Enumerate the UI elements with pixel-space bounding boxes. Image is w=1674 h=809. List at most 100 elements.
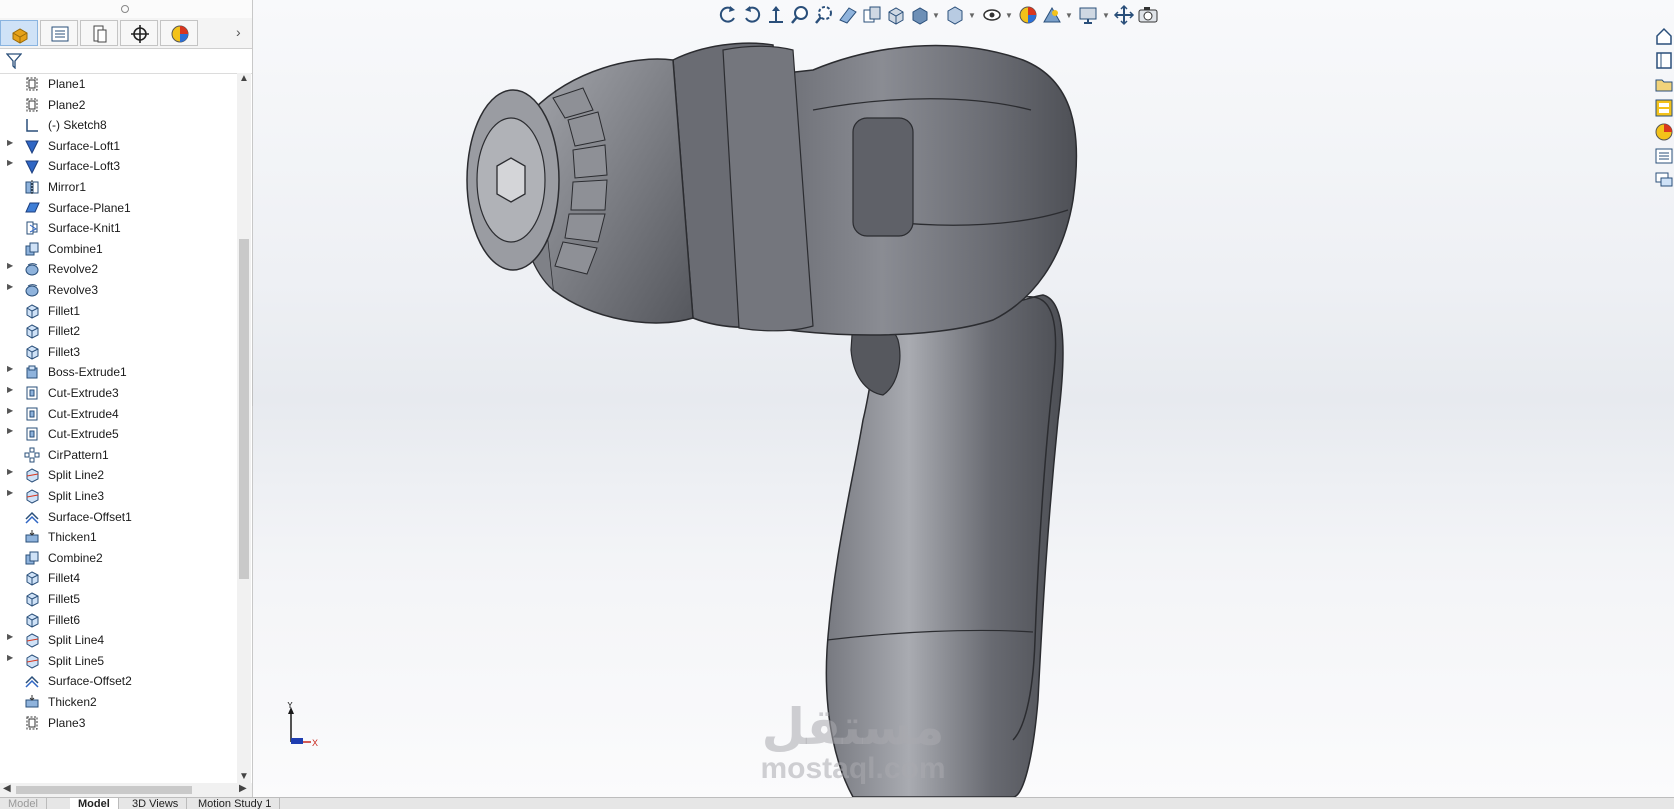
apply-scene-icon[interactable] [1041,4,1063,26]
tree-item[interactable]: ▶ Revolve2 [0,258,236,280]
home-icon[interactable] [1654,26,1674,46]
tree-item[interactable]: Fillet3 [0,341,236,363]
tree-item[interactable]: ▶ Surface-Loft3 [0,155,236,177]
scroll-left-icon[interactable]: ◀ [3,783,11,794]
tree-item[interactable]: Combine1 [0,238,236,260]
expand-arrow-icon[interactable]: ▶ [7,261,13,270]
view-orientation-icon[interactable] [885,4,907,26]
scroll-right-icon[interactable]: ▶ [239,783,247,794]
chevron-down-icon[interactable]: ▼ [1102,11,1110,20]
expand-arrow-icon[interactable]: ▶ [7,426,13,435]
custom-properties-icon[interactable] [1654,146,1674,166]
scroll-up-icon[interactable]: ▲ [239,73,249,84]
zoom-to-area-icon[interactable] [813,4,835,26]
expand-arrow-icon[interactable]: ▶ [7,282,13,291]
tree-item[interactable]: Plane2 [0,94,236,116]
view-settings-icon[interactable] [1077,4,1099,26]
thicken-icon [25,695,39,708]
tree-item[interactable]: ▶ Cut-Extrude5 [0,423,236,445]
camera-icon[interactable] [1137,4,1159,26]
view-type-icon[interactable] [943,4,965,26]
graphics-area[interactable]: ▼ ▼ ▼ ▼ ▼ Y X مستقل mostaql.com [253,0,1674,797]
vertical-scrollbar[interactable]: ▲ ▼ [237,73,251,783]
section-view-icon[interactable] [837,4,859,26]
filter-icon [6,53,22,69]
tab-model-hidden[interactable]: Model [0,798,47,809]
cut-extrude-icon [26,407,38,421]
panel-grip[interactable] [0,0,252,19]
tree-item[interactable]: Fillet4 [0,567,236,589]
tree-item[interactable]: Surface-Offset2 [0,670,236,692]
dynamic-annotation-icon[interactable] [861,4,883,26]
tree-item[interactable]: ▶ Cut-Extrude4 [0,403,236,425]
tree-item[interactable]: CirPattern1 [0,444,236,466]
tree-item[interactable]: Mirror1 [0,176,236,198]
tree-item[interactable]: ▶ Split Line4 [0,629,236,651]
tree-item[interactable]: Surface-Offset1 [0,506,236,528]
chevron-down-icon[interactable]: ▼ [968,11,976,20]
expand-arrow-icon[interactable]: ▶ [7,632,13,641]
tab-motion-study-1[interactable]: Motion Study 1 [190,798,281,809]
tree-item[interactable]: (-) Sketch8 [0,114,236,136]
tree-item[interactable]: Plane1 [0,73,236,95]
tree-item[interactable]: Fillet6 [0,609,236,631]
tree-item[interactable]: ▶ Boss-Extrude1 [0,361,236,383]
tab-model[interactable]: Model [70,798,119,809]
tree-item[interactable]: ▶ Split Line2 [0,464,236,486]
tree-item[interactable]: Fillet1 [0,300,236,322]
previous-view-icon[interactable] [717,4,739,26]
revolve-icon [25,284,39,297]
tree-item[interactable]: Fillet2 [0,320,236,342]
pan-view-icon[interactable] [765,4,787,26]
chevron-down-icon[interactable]: ▼ [1005,11,1013,20]
chevron-down-icon[interactable]: ▼ [932,11,940,20]
zoom-to-fit-icon[interactable] [789,4,811,26]
expand-arrow-icon[interactable]: ▶ [7,488,13,497]
scrollbar-thumb[interactable] [239,239,249,579]
scroll-down-icon[interactable]: ▼ [239,771,249,782]
tab-display-manager[interactable] [160,20,198,46]
tree-item[interactable]: Plane3 [0,712,236,734]
appearances-icon[interactable] [1654,122,1674,142]
view-palette-icon[interactable] [1654,98,1674,118]
horizontal-scrollbar[interactable]: ◀ ▶ [0,783,252,797]
hide-show-items-icon[interactable] [981,4,1003,26]
expand-arrow-icon[interactable]: ▶ [7,653,13,662]
tree-item[interactable]: ▶ Cut-Extrude3 [0,382,236,404]
tree-item[interactable]: ▶ Surface-Loft1 [0,135,236,157]
expand-arrow-icon[interactable]: ▶ [7,467,13,476]
display-style-icon[interactable] [909,4,931,26]
move-arrows-icon[interactable] [1113,4,1135,26]
chevron-right-icon[interactable]: › [236,24,241,40]
forum-icon[interactable] [1654,170,1674,190]
edit-appearance-icon[interactable] [1017,4,1039,26]
tab-dimxpert-manager[interactable] [120,20,158,46]
feature-filter[interactable] [0,48,252,74]
expand-arrow-icon[interactable]: ▶ [7,138,13,147]
expand-arrow-icon[interactable]: ▶ [7,385,13,394]
expand-arrow-icon[interactable]: ▶ [7,158,13,167]
rotate-view-icon[interactable] [741,4,763,26]
tree-item[interactable]: ▶ Split Line3 [0,485,236,507]
scrollbar-thumb[interactable] [16,786,192,794]
design-library-icon[interactable] [1654,50,1674,70]
tab-property-manager[interactable] [40,20,78,46]
expand-arrow-icon[interactable]: ▶ [7,406,13,415]
tree-item[interactable]: Thicken2 [0,691,236,713]
tree-item[interactable]: ▶ Split Line5 [0,650,236,672]
tree-item[interactable]: Combine2 [0,547,236,569]
tree-item[interactable]: Surface-Plane1 [0,197,236,219]
tab-feature-manager[interactable] [0,20,38,46]
tab-3d-views[interactable]: 3D Views [124,798,188,809]
expand-arrow-icon[interactable]: ▶ [7,364,13,373]
circular-pattern-icon [24,447,40,463]
display-manager-icon [171,25,189,43]
tree-item[interactable]: Fillet5 [0,588,236,610]
tab-configuration-manager[interactable] [80,20,118,46]
tree-item[interactable]: Thicken1 [0,526,236,548]
tree-item[interactable]: Surface-Knit1 [0,217,236,239]
tree-item[interactable]: ▶ Revolve3 [0,279,236,301]
bottom-tabs: Model Model 3D Views Motion Study 1 [0,797,1674,809]
file-explorer-icon[interactable] [1654,74,1674,94]
chevron-down-icon[interactable]: ▼ [1065,11,1073,20]
